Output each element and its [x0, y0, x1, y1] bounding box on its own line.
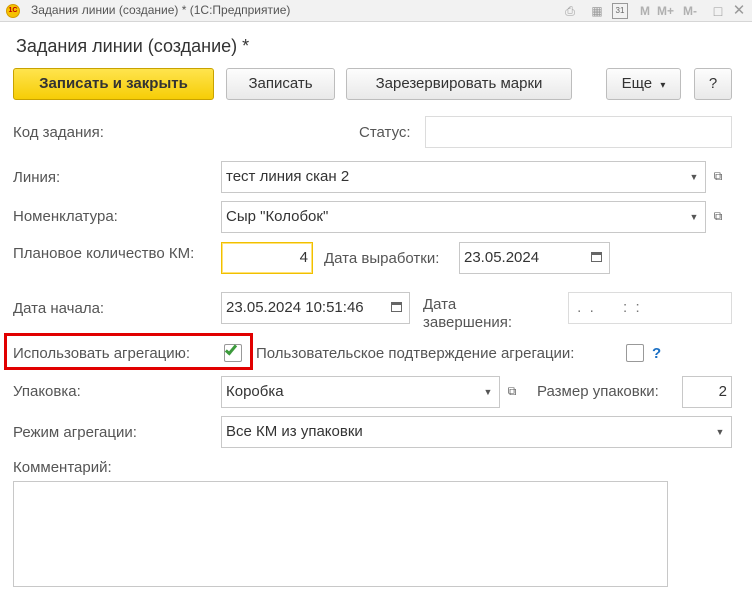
- aggregation-mode-value: Все КМ из упаковки: [226, 423, 363, 440]
- printer-icon[interactable]: ⎙: [562, 3, 578, 19]
- more-button-label: Еще: [621, 75, 653, 92]
- status-label: Статус:: [359, 124, 411, 141]
- planned-qty-input[interactable]: 4: [221, 242, 313, 274]
- chevron-down-icon: ▾: [660, 80, 666, 91]
- calendar-icon[interactable]: [385, 293, 409, 323]
- help-icon[interactable]: ?: [652, 345, 661, 362]
- chevron-down-icon[interactable]: ▼: [477, 377, 499, 407]
- memory-store-icon[interactable]: M: [640, 4, 650, 18]
- production-date-label: Дата выработки:: [324, 250, 440, 267]
- reserve-marks-button[interactable]: Зарезервировать марки: [346, 68, 572, 100]
- package-size-input[interactable]: 2: [682, 376, 732, 408]
- comment-label: Комментарий:: [13, 459, 112, 476]
- chevron-down-icon[interactable]: ▼: [683, 162, 705, 192]
- memory-subtract-icon[interactable]: M-: [683, 4, 697, 18]
- packaging-input[interactable]: Коробка ▼: [221, 376, 500, 408]
- packaging-value: Коробка: [226, 383, 284, 400]
- end-date-label: Дата завершения:: [423, 296, 513, 331]
- package-size-label: Размер упаковки:: [537, 383, 659, 400]
- line-value: тест линия скан 2: [226, 168, 350, 185]
- planned-qty-label: Плановое количество КМ:: [13, 245, 195, 262]
- start-date-value: 23.05.2024 10:51:46: [226, 299, 364, 316]
- line-label: Линия:: [13, 169, 61, 186]
- chevron-down-icon[interactable]: ▼: [709, 417, 731, 447]
- save-and-close-button[interactable]: Записать и закрыть: [13, 68, 214, 100]
- start-date-input[interactable]: 23.05.2024 10:51:46: [221, 292, 410, 324]
- nomenclature-label: Номенклатура:: [13, 208, 118, 225]
- open-line-icon[interactable]: ⧉: [706, 161, 730, 193]
- task-code-label: Код задания:: [13, 124, 104, 141]
- user-confirmation-checkbox[interactable]: [626, 344, 644, 362]
- chevron-down-icon[interactable]: ▼: [683, 202, 705, 232]
- maximize-icon[interactable]: □: [710, 3, 726, 19]
- page-title: Задания линии (создание) *: [16, 36, 250, 56]
- production-date-input[interactable]: 23.05.2024: [459, 242, 610, 274]
- start-date-label: Дата начала:: [13, 300, 105, 317]
- packaging-label: Упаковка:: [13, 383, 81, 400]
- line-input[interactable]: тест линия скан 2 ▼: [221, 161, 706, 193]
- comment-textarea[interactable]: [13, 481, 668, 587]
- open-packaging-icon[interactable]: ⧉: [500, 376, 524, 408]
- window-title: Задания линии (создание) * (1С:Предприят…: [31, 3, 291, 17]
- memory-add-icon[interactable]: M+: [657, 4, 674, 18]
- calculator-icon[interactable]: ▦: [589, 3, 605, 19]
- calendar-icon[interactable]: [585, 243, 609, 273]
- use-aggregation-label: Использовать агрегацию:: [13, 345, 191, 362]
- nomenclature-input[interactable]: Сыр "Колобок" ▼: [221, 201, 706, 233]
- save-button[interactable]: Записать: [226, 68, 335, 100]
- use-aggregation-checkbox[interactable]: [224, 342, 242, 362]
- nomenclature-value: Сыр "Колобок": [226, 208, 329, 225]
- aggregation-mode-select[interactable]: Все КМ из упаковки ▼: [221, 416, 732, 448]
- production-date-value: 23.05.2024: [464, 249, 540, 266]
- open-nomenclature-icon[interactable]: ⧉: [706, 201, 730, 233]
- help-button[interactable]: ?: [694, 68, 732, 100]
- end-date-field: . . : :: [568, 292, 732, 324]
- close-icon[interactable]: ✕: [731, 3, 747, 19]
- checkmark-icon: [224, 342, 238, 356]
- calendar-icon[interactable]: 31: [612, 3, 628, 19]
- more-button[interactable]: Еще ▾: [606, 68, 681, 100]
- aggregation-mode-label: Режим агрегации:: [13, 424, 137, 441]
- user-confirmation-label: Пользовательское подтверждение агрегации…: [256, 345, 575, 362]
- status-field: [425, 116, 732, 148]
- app-1c-icon: 1С: [6, 4, 20, 18]
